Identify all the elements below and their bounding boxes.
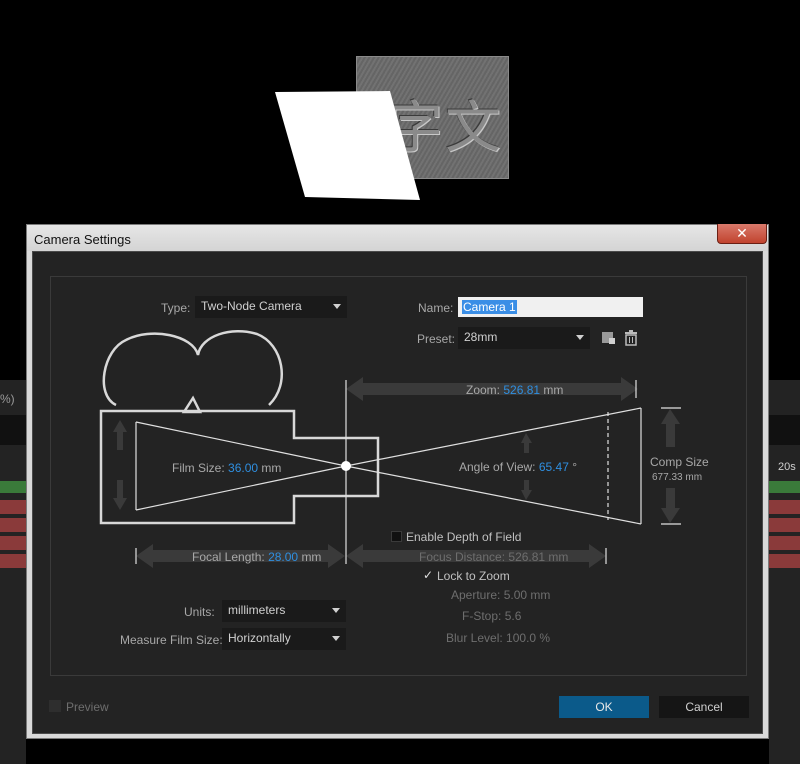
- zoom-unit: mm: [543, 383, 564, 397]
- close-icon: ✕: [736, 225, 748, 241]
- film-size-label: Film Size:: [172, 461, 225, 475]
- focal-length-label: Focal Length:: [192, 550, 265, 564]
- zoom-label: Zoom:: [466, 383, 501, 397]
- comp-size-value: 677.33 mm: [652, 472, 703, 483]
- dialog-titlebar[interactable]: Camera Settings ✕: [27, 224, 768, 251]
- film-size-unit: mm: [261, 461, 282, 475]
- angle-value[interactable]: 65.47: [539, 460, 569, 474]
- preset-value: 28mm: [464, 330, 498, 344]
- camera-name-value: Camera 1: [462, 300, 517, 314]
- angle-unit: °: [572, 460, 578, 474]
- focal-length-readout: Focal Length: 28.00 mm: [192, 550, 321, 564]
- timeline-layer-bar: [769, 554, 800, 568]
- enable-dof-label[interactable]: Enable Depth of Field: [406, 530, 521, 544]
- focal-length-value[interactable]: 28.00: [268, 550, 298, 564]
- save-preset-icon[interactable]: [600, 329, 618, 347]
- chevron-down-icon: [333, 304, 341, 309]
- blur-level-value: 100.0 %: [506, 631, 551, 645]
- zoom-value[interactable]: 526.81: [503, 383, 540, 397]
- focus-distance-label: Focus Distance:: [419, 550, 506, 564]
- measure-film-size-value: Horizontally: [228, 631, 291, 645]
- cancel-button[interactable]: Cancel: [659, 696, 749, 718]
- lock-to-zoom-check-icon[interactable]: ✓: [423, 568, 433, 582]
- type-label: Type:: [161, 301, 191, 315]
- close-button[interactable]: ✕: [717, 224, 767, 244]
- camera-diagram-icon: [99, 329, 681, 568]
- timeline-layer-bar: [0, 500, 26, 514]
- camera-type-value: Two-Node Camera: [201, 299, 302, 313]
- enable-dof-checkbox[interactable]: [391, 531, 402, 542]
- layer-white-solid: [275, 91, 420, 200]
- angle-label: Angle of View:: [459, 460, 536, 474]
- preview-checkbox[interactable]: [49, 700, 61, 712]
- delete-preset-icon[interactable]: [622, 329, 640, 347]
- film-size-value[interactable]: 36.00: [228, 461, 258, 475]
- timeline-layer-bar: [769, 536, 800, 550]
- measure-film-size-label: Measure Film Size:: [120, 633, 223, 647]
- units-dropdown[interactable]: millimeters: [222, 600, 346, 622]
- timeline-layer-bar: [0, 536, 26, 550]
- preset-label: Preset:: [417, 332, 456, 346]
- blur-level-readout: Blur Level: 100.0 %: [446, 631, 550, 645]
- blur-level-label: Blur Level:: [446, 631, 503, 645]
- camera-type-dropdown[interactable]: Two-Node Camera: [195, 296, 347, 318]
- timeline-strip-left: [0, 415, 26, 445]
- units-value: millimeters: [228, 603, 286, 617]
- film-size-readout: Film Size: 36.00 mm: [172, 461, 281, 475]
- dialog-title: Camera Settings: [34, 232, 131, 247]
- camera-name-input[interactable]: Camera 1: [458, 297, 643, 317]
- zoom-readout: Zoom: 526.81 mm: [466, 383, 563, 397]
- fstop-value: 5.6: [504, 609, 522, 623]
- timeline-strip-right: [769, 415, 800, 445]
- zoom-fragment: %): [0, 392, 15, 406]
- timeline-layer-bar: [0, 518, 26, 532]
- time-marker: 20s: [778, 461, 796, 473]
- timeline-layer-bar: [769, 500, 800, 514]
- chevron-down-icon: [332, 608, 340, 613]
- focal-length-unit: mm: [301, 550, 322, 564]
- name-label: Name:: [418, 301, 454, 315]
- aperture-value: 5.00 mm: [503, 588, 551, 602]
- aperture-label: Aperture:: [451, 588, 501, 602]
- comp-size-label: Comp Size: [650, 455, 709, 469]
- preset-dropdown[interactable]: 28mm: [458, 327, 590, 349]
- timeline-layer-bar: [0, 554, 26, 568]
- fstop-label: F-Stop:: [462, 609, 502, 623]
- aperture-readout: Aperture: 5.00 mm: [451, 588, 550, 602]
- chevron-down-icon: [576, 335, 584, 340]
- fstop-readout: F-Stop: 5.6: [462, 609, 521, 623]
- dialog-body: Type: Two-Node Camera Name: Camera 1 Pre…: [32, 251, 763, 734]
- timeline-green-left: [0, 481, 26, 493]
- focus-distance-readout: Focus Distance: 526.81 mm: [419, 550, 568, 564]
- preview-label[interactable]: Preview: [66, 700, 109, 714]
- timeline-layer-bar: [769, 518, 800, 532]
- focus-distance-value: 526.81 mm: [508, 550, 569, 564]
- timeline-green-right: [769, 481, 800, 493]
- camera-settings-dialog: Camera Settings ✕ Type: Two-Node Camera …: [26, 224, 769, 739]
- units-label: Units:: [184, 605, 215, 619]
- lock-to-zoom-label[interactable]: Lock to Zoom: [437, 569, 510, 583]
- ok-button[interactable]: OK: [559, 696, 649, 718]
- measure-film-size-dropdown[interactable]: Horizontally: [222, 628, 346, 650]
- angle-of-view-readout: Angle of View: 65.47 °: [459, 460, 577, 474]
- chevron-down-icon: [332, 636, 340, 641]
